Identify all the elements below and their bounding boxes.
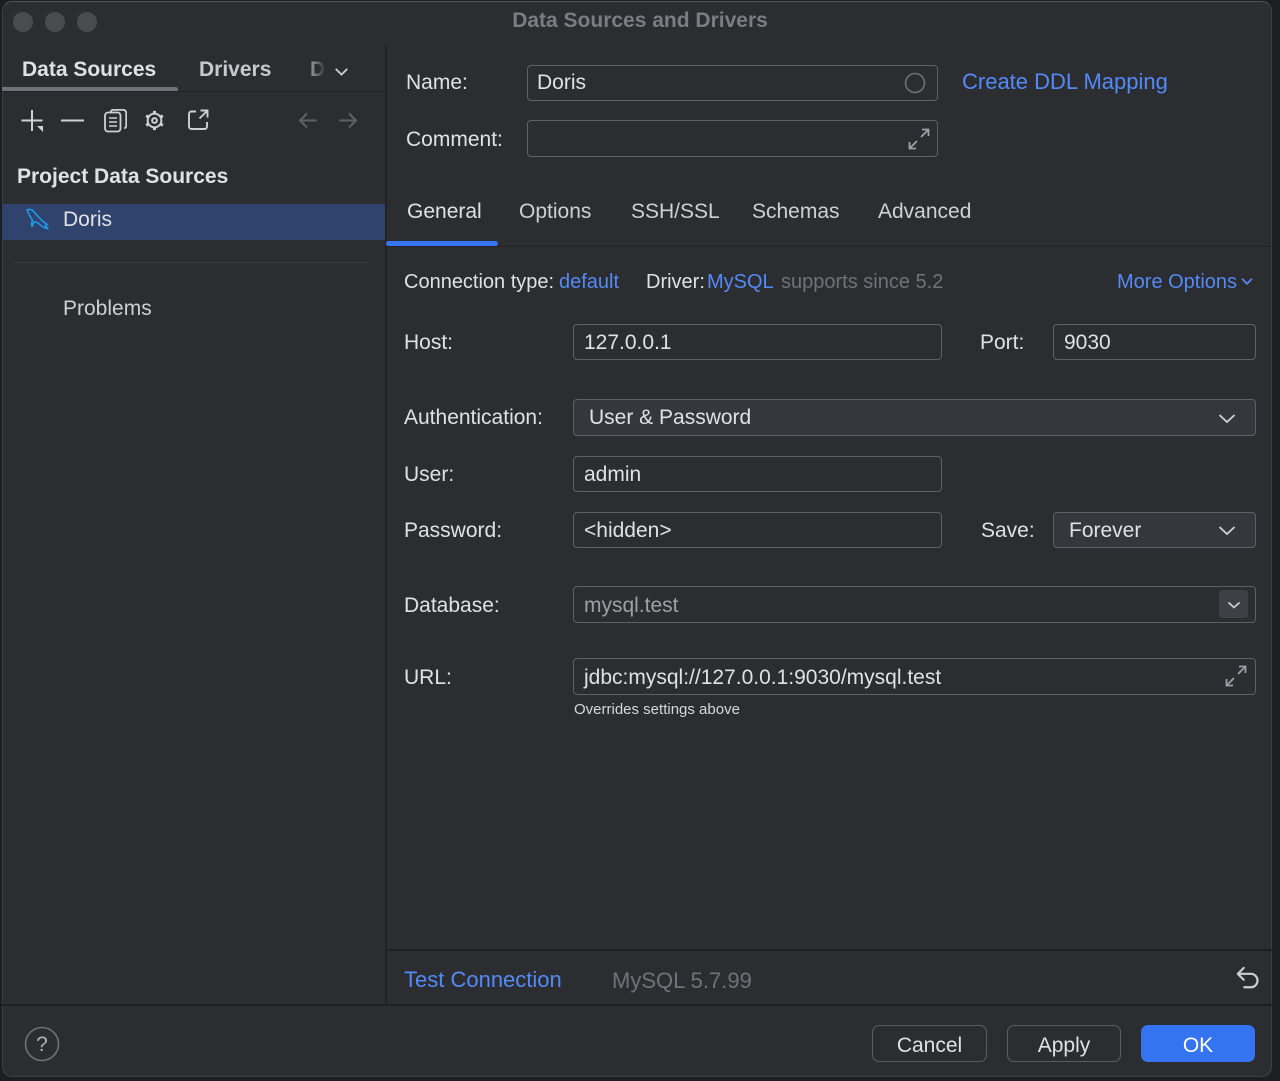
svg-text:?: ? bbox=[36, 1033, 48, 1056]
